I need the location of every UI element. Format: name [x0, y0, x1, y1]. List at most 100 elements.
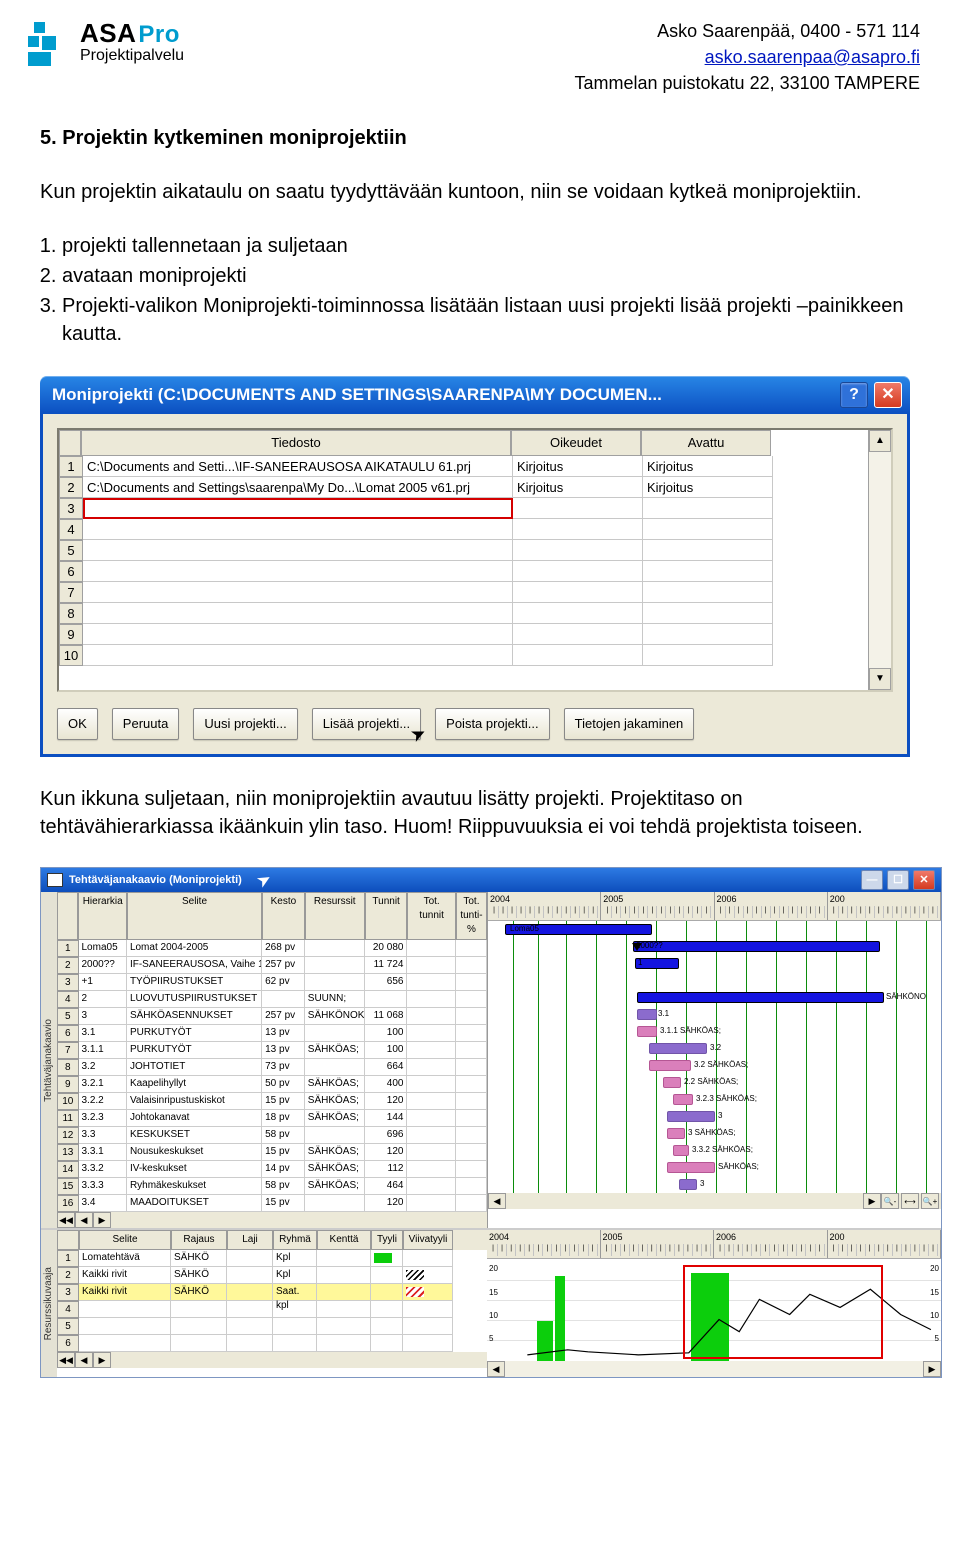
gantt-row[interactable]: 113.2.3Johtokanavat18 pvSÄHKÖAS;144: [57, 1110, 487, 1127]
res-cell-tyyli[interactable]: [371, 1335, 403, 1352]
cell-hierarkia[interactable]: 3.3.1: [79, 1144, 127, 1161]
cell-avattu[interactable]: [643, 561, 773, 582]
cell-tottunnit[interactable]: [407, 1008, 455, 1025]
grid-row[interactable]: 1C:\Documents and Setti...\IF-SANEERAUSO…: [59, 456, 868, 477]
res-cell-tyyli[interactable]: [371, 1318, 403, 1335]
help-button[interactable]: ?: [840, 382, 868, 408]
cell-tottunnit[interactable]: [407, 1127, 455, 1144]
res-cell-ryhma[interactable]: [273, 1335, 317, 1352]
gantt-row[interactable]: 22000??IF-SANEERAUSOSA, Vaihe 1257 pv11 …: [57, 957, 487, 974]
cell-oikeudet[interactable]: Kirjoitus: [513, 477, 643, 498]
cell-avattu[interactable]: Kirjoitus: [643, 477, 773, 498]
cell-tunnit[interactable]: 464: [365, 1178, 408, 1195]
cell-tunnit[interactable]: [365, 991, 408, 1008]
cell-hierarkia[interactable]: 3: [79, 1008, 127, 1025]
gantt-row[interactable]: 133.3.1Nousukeskukset15 pvSÄHKÖAS;120: [57, 1144, 487, 1161]
cell-kesto[interactable]: 13 pv: [262, 1042, 305, 1059]
cell-pct[interactable]: [456, 1195, 487, 1212]
grid-row[interactable]: 6: [59, 561, 868, 582]
cell-tiedosto[interactable]: [83, 603, 513, 624]
scroll-right-icon[interactable]: ▶: [863, 1193, 881, 1209]
close-button[interactable]: ✕: [874, 382, 902, 408]
cell-tunnit[interactable]: 664: [365, 1059, 408, 1076]
gantt-col-kesto[interactable]: Kesto: [262, 892, 305, 940]
cell-pct[interactable]: [456, 974, 487, 991]
cell-oikeudet[interactable]: [513, 603, 643, 624]
res-cell-rajaus[interactable]: [171, 1301, 227, 1318]
gantt-bar[interactable]: [664, 1078, 680, 1087]
cell-kesto[interactable]: 257 pv: [262, 1008, 305, 1025]
grid-row[interactable]: 7: [59, 582, 868, 603]
cell-pct[interactable]: [456, 1059, 487, 1076]
cell-selite[interactable]: MAADOITUKSET: [127, 1195, 262, 1212]
cell-hierarkia[interactable]: 3.1.1: [79, 1042, 127, 1059]
cell-hierarkia[interactable]: 3.2.1: [79, 1076, 127, 1093]
gantt-row[interactable]: 103.2.2Valaisinripustuskiskot15 pvSÄHKÖA…: [57, 1093, 487, 1110]
gantt-bar[interactable]: [638, 1027, 656, 1036]
cell-tiedosto[interactable]: [83, 519, 513, 540]
gantt-col-tot-tunnit[interactable]: Tot. tunnit: [407, 892, 455, 940]
cell-oikeudet[interactable]: [513, 624, 643, 645]
gantt-row[interactable]: 1Loma05Lomat 2004-2005268 pv20 080: [57, 940, 487, 957]
gantt-row[interactable]: 163.4MAADOITUKSET15 pv120: [57, 1195, 487, 1212]
gantt-sidebar-bottom[interactable]: Resurssikuvaaja: [41, 1230, 57, 1377]
grid-row[interactable]: 9: [59, 624, 868, 645]
gantt-sidebar-top[interactable]: Tehtäväjanakaavio: [41, 892, 57, 1228]
res-cell-ryhma[interactable]: [273, 1301, 317, 1318]
cell-tottunnit[interactable]: [407, 1195, 455, 1212]
cell-resurssit[interactable]: SÄHKÖAS;: [305, 1076, 365, 1093]
cell-selite[interactable]: PURKUTYÖT: [127, 1025, 262, 1042]
cell-avattu[interactable]: [643, 624, 773, 645]
share-data-button[interactable]: Tietojen jakaminen: [564, 708, 695, 740]
res-cell-selite[interactable]: [79, 1335, 171, 1352]
cell-tottunnit[interactable]: [407, 1025, 455, 1042]
cell-hierarkia[interactable]: 3.2.2: [79, 1093, 127, 1110]
cell-hierarkia[interactable]: 3.3: [79, 1127, 127, 1144]
gantt-row[interactable]: 53SÄHKÖASENNUKSET257 pvSÄHKÖNOKK11 068: [57, 1008, 487, 1025]
res-cell-viivatyyli[interactable]: [403, 1301, 453, 1318]
cell-oikeudet[interactable]: [513, 498, 643, 519]
cell-pct[interactable]: [456, 1161, 487, 1178]
cell-hierarkia[interactable]: 2000??: [79, 957, 127, 974]
cell-pct[interactable]: [456, 1110, 487, 1127]
col-oikeudet[interactable]: Oikeudet: [511, 430, 641, 456]
cell-tottunnit[interactable]: [407, 1161, 455, 1178]
cell-tunnit[interactable]: 11 724: [365, 957, 408, 974]
resource-row[interactable]: 6: [57, 1335, 487, 1352]
cell-hierarkia[interactable]: 3.3.2: [79, 1161, 127, 1178]
cell-resurssit[interactable]: [305, 1059, 365, 1076]
cell-tottunnit[interactable]: [407, 1093, 455, 1110]
res-col-tyyli[interactable]: Tyyli: [371, 1230, 403, 1250]
cell-selite[interactable]: Valaisinripustuskiskot: [127, 1093, 262, 1110]
cell-pct[interactable]: [456, 1008, 487, 1025]
cell-tunnit[interactable]: 112: [365, 1161, 408, 1178]
cell-resurssit[interactable]: SÄHKÖAS;: [305, 1110, 365, 1127]
gantt-row[interactable]: 3+1TYÖPIIRUSTUKSET62 pv656: [57, 974, 487, 991]
cell-kesto[interactable]: 58 pv: [262, 1178, 305, 1195]
cell-kesto[interactable]: 14 pv: [262, 1161, 305, 1178]
cell-resurssit[interactable]: SÄHKÖAS;: [305, 1042, 365, 1059]
cell-tottunnit[interactable]: [407, 974, 455, 991]
res-cell-ryhma[interactable]: [273, 1318, 317, 1335]
cell-pct[interactable]: [456, 1127, 487, 1144]
cell-kesto[interactable]: 13 pv: [262, 1025, 305, 1042]
res-cell-selite[interactable]: [79, 1318, 171, 1335]
cell-resurssit[interactable]: SUUNN;: [305, 991, 365, 1008]
res-cell-viivatyyli[interactable]: [403, 1267, 453, 1284]
cell-tottunnit[interactable]: [407, 957, 455, 974]
cell-tunnit[interactable]: 11 068: [365, 1008, 408, 1025]
res-cell-selite[interactable]: [79, 1301, 171, 1318]
gantt-bar[interactable]: [668, 1112, 714, 1121]
cell-pct[interactable]: [456, 1144, 487, 1161]
gantt-bar[interactable]: [650, 1044, 706, 1053]
grid-row[interactable]: 3: [59, 498, 868, 519]
res-cell-laji[interactable]: [227, 1301, 273, 1318]
cell-hierarkia[interactable]: 3.1: [79, 1025, 127, 1042]
cell-pct[interactable]: [456, 957, 487, 974]
gantt-row[interactable]: 42LUOVUTUSPIIRUSTUKSETSUUNN;: [57, 991, 487, 1008]
res-cell-kentta[interactable]: [317, 1284, 371, 1301]
cell-kesto[interactable]: 268 pv: [262, 940, 305, 957]
cell-tiedosto[interactable]: [83, 540, 513, 561]
res-cell-viivatyyli[interactable]: [403, 1318, 453, 1335]
cell-kesto[interactable]: 58 pv: [262, 1127, 305, 1144]
